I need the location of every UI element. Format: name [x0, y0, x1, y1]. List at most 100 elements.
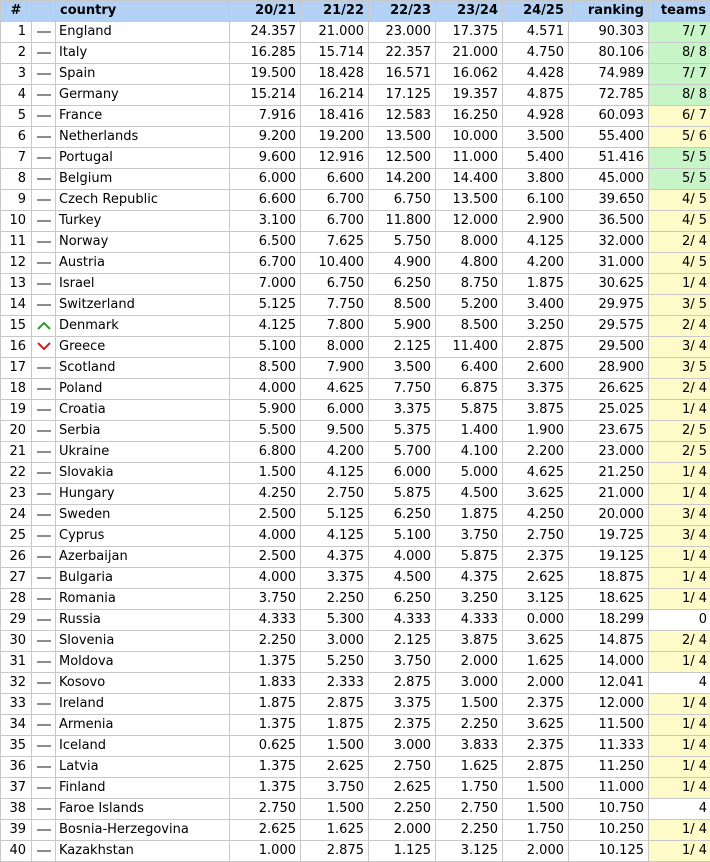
table-row[interactable]: 27Bulgaria4.0003.3754.5004.3752.62518.87…	[1, 568, 710, 589]
country-name[interactable]: Bulgaria	[56, 568, 230, 589]
table-row[interactable]: 22Slovakia1.5004.1256.0005.0004.62521.25…	[1, 463, 710, 484]
country-name[interactable]: Croatia	[56, 400, 230, 421]
country-name[interactable]: Sweden	[56, 505, 230, 526]
table-row[interactable]: 24Sweden2.5005.1256.2501.8754.25020.0003…	[1, 505, 710, 526]
header-ranking[interactable]: ranking	[569, 1, 649, 22]
table-row[interactable]: 18Poland4.0004.6257.7506.8753.37526.6252…	[1, 379, 710, 400]
table-row[interactable]: 2Italy16.28515.71422.35721.0004.75080.10…	[1, 43, 710, 64]
table-row[interactable]: 7Portugal9.60012.91612.50011.0005.40051.…	[1, 148, 710, 169]
season-points: 3.250	[436, 589, 503, 610]
teams-remaining: 1/ 4	[649, 736, 710, 757]
table-row[interactable]: 8Belgium6.0006.60014.20014.4003.80045.00…	[1, 169, 710, 190]
country-name[interactable]: England	[56, 22, 230, 43]
table-row[interactable]: 26Azerbaijan2.5004.3754.0005.8752.37519.…	[1, 547, 710, 568]
table-row[interactable]: 23Hungary4.2502.7505.8754.5003.62521.000…	[1, 484, 710, 505]
table-row[interactable]: 38Faroe Islands2.7501.5002.2502.7501.500…	[1, 799, 710, 820]
header-country[interactable]: country	[56, 1, 230, 22]
country-name[interactable]: Israel	[56, 274, 230, 295]
table-row[interactable]: 39Bosnia-Herzegovina2.6251.6252.0002.250…	[1, 820, 710, 841]
country-name[interactable]: Switzerland	[56, 295, 230, 316]
table-row[interactable]: 32Kosovo1.8332.3332.8753.0002.00012.0414	[1, 673, 710, 694]
country-name[interactable]: Latvia	[56, 757, 230, 778]
country-name[interactable]: Moldova	[56, 652, 230, 673]
table-row[interactable]: 40Kazakhstan1.0002.8751.1253.1252.00010.…	[1, 841, 710, 862]
country-name[interactable]: Netherlands	[56, 127, 230, 148]
table-row[interactable]: 21Ukraine6.8004.2005.7004.1002.20023.000…	[1, 442, 710, 463]
country-name[interactable]: Greece	[56, 337, 230, 358]
country-name[interactable]: Ukraine	[56, 442, 230, 463]
table-row[interactable]: 6Netherlands9.20019.20013.50010.0003.500…	[1, 127, 710, 148]
table-row[interactable]: 31Moldova1.3755.2503.7502.0001.62514.000…	[1, 652, 710, 673]
country-name[interactable]: Ireland	[56, 694, 230, 715]
table-row[interactable]: 9Czech Republic6.6006.7006.75013.5006.10…	[1, 190, 710, 211]
country-name[interactable]: Kazakhstan	[56, 841, 230, 862]
country-name[interactable]: Slovakia	[56, 463, 230, 484]
season-points: 1.500	[436, 694, 503, 715]
season-points: 9.200	[230, 127, 301, 148]
table-row[interactable]: 17Scotland8.5007.9003.5006.4002.60028.90…	[1, 358, 710, 379]
country-name[interactable]: Belgium	[56, 169, 230, 190]
country-name[interactable]: Finland	[56, 778, 230, 799]
country-name[interactable]: Spain	[56, 64, 230, 85]
ranking-total: 29.500	[569, 337, 649, 358]
table-row[interactable]: 15Denmark4.1257.8005.9008.5003.25029.575…	[1, 316, 710, 337]
table-row[interactable]: 29Russia4.3335.3004.3334.3330.00018.2990	[1, 610, 710, 631]
season-points: 10.400	[301, 253, 369, 274]
table-row[interactable]: 19Croatia5.9006.0003.3755.8753.87525.025…	[1, 400, 710, 421]
table-row[interactable]: 3Spain19.50018.42816.57116.0624.42874.98…	[1, 64, 710, 85]
country-name[interactable]: Czech Republic	[56, 190, 230, 211]
table-row[interactable]: 14Switzerland5.1257.7508.5005.2003.40029…	[1, 295, 710, 316]
country-name[interactable]: Poland	[56, 379, 230, 400]
header-season-2021[interactable]: 20/21	[230, 1, 301, 22]
header-season-2223[interactable]: 22/23	[369, 1, 436, 22]
table-row[interactable]: 36Latvia1.3752.6252.7501.6252.87511.2501…	[1, 757, 710, 778]
country-name[interactable]: Germany	[56, 85, 230, 106]
country-name[interactable]: Russia	[56, 610, 230, 631]
country-name[interactable]: Norway	[56, 232, 230, 253]
season-points: 4.000	[230, 379, 301, 400]
header-num[interactable]: #	[1, 1, 32, 22]
table-row[interactable]: 33Ireland1.8752.8753.3751.5002.37512.000…	[1, 694, 710, 715]
table-row[interactable]: 25Cyprus4.0004.1255.1003.7502.75019.7253…	[1, 526, 710, 547]
country-name[interactable]: Hungary	[56, 484, 230, 505]
country-name[interactable]: Slovenia	[56, 631, 230, 652]
country-name[interactable]: Armenia	[56, 715, 230, 736]
header-season-2122[interactable]: 21/22	[301, 1, 369, 22]
season-points: 3.625	[503, 631, 569, 652]
country-name[interactable]: Cyprus	[56, 526, 230, 547]
table-row[interactable]: 4Germany15.21416.21417.12519.3574.87572.…	[1, 85, 710, 106]
header-teams[interactable]: teams	[649, 1, 710, 22]
table-row[interactable]: 28Romania3.7502.2506.2503.2503.12518.625…	[1, 589, 710, 610]
country-name[interactable]: Denmark	[56, 316, 230, 337]
table-row[interactable]: 20Serbia5.5009.5005.3751.4001.90023.6752…	[1, 421, 710, 442]
country-name[interactable]: Romania	[56, 589, 230, 610]
table-row[interactable]: 13Israel7.0006.7506.2508.7501.87530.6251…	[1, 274, 710, 295]
country-name[interactable]: Austria	[56, 253, 230, 274]
country-name[interactable]: Serbia	[56, 421, 230, 442]
table-row[interactable]: 5France7.91618.41612.58316.2504.92860.09…	[1, 106, 710, 127]
header-season-2425[interactable]: 24/25	[503, 1, 569, 22]
table-row[interactable]: 34Armenia1.3751.8752.3752.2503.62511.500…	[1, 715, 710, 736]
country-name[interactable]: Azerbaijan	[56, 547, 230, 568]
country-name[interactable]: Bosnia-Herzegovina	[56, 820, 230, 841]
table-row[interactable]: 10Turkey3.1006.70011.80012.0002.90036.50…	[1, 211, 710, 232]
table-row[interactable]: 16Greece5.1008.0002.12511.4002.87529.500…	[1, 337, 710, 358]
season-points: 3.375	[503, 379, 569, 400]
ranking-total: 19.125	[569, 547, 649, 568]
country-name[interactable]: Faroe Islands	[56, 799, 230, 820]
country-name[interactable]: Scotland	[56, 358, 230, 379]
season-points: 5.750	[369, 232, 436, 253]
table-row[interactable]: 35Iceland0.6251.5003.0003.8332.37511.333…	[1, 736, 710, 757]
country-name[interactable]: France	[56, 106, 230, 127]
country-name[interactable]: Kosovo	[56, 673, 230, 694]
table-row[interactable]: 37Finland1.3753.7502.6251.7501.50011.000…	[1, 778, 710, 799]
country-name[interactable]: Turkey	[56, 211, 230, 232]
table-row[interactable]: 1England24.35721.00023.00017.3754.57190.…	[1, 22, 710, 43]
table-row[interactable]: 12Austria6.70010.4004.9004.8004.20031.00…	[1, 253, 710, 274]
country-name[interactable]: Iceland	[56, 736, 230, 757]
country-name[interactable]: Italy	[56, 43, 230, 64]
header-season-2324[interactable]: 23/24	[436, 1, 503, 22]
table-row[interactable]: 30Slovenia2.2503.0002.1253.8753.62514.87…	[1, 631, 710, 652]
table-row[interactable]: 11Norway6.5007.6255.7508.0004.12532.0002…	[1, 232, 710, 253]
country-name[interactable]: Portugal	[56, 148, 230, 169]
